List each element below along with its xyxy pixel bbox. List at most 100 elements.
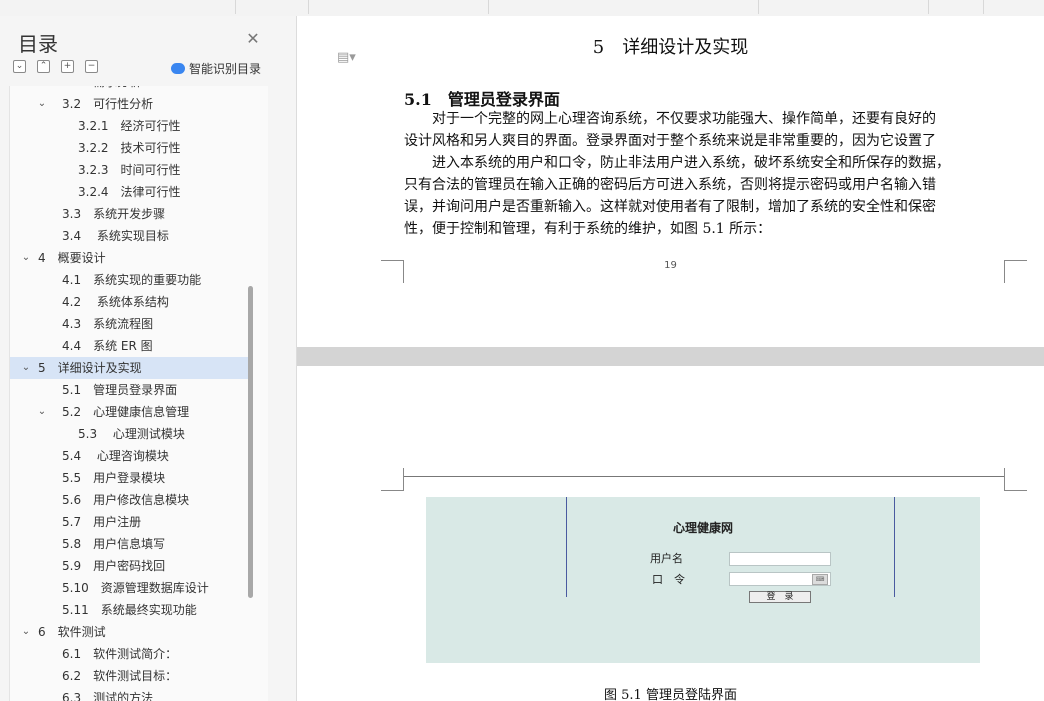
toc-item-label: 4.1 系统实现的重要功能	[62, 273, 202, 287]
figure-divider	[566, 497, 567, 597]
toc-item[interactable]: 3.2.2 技术可行性	[10, 137, 248, 159]
toc-item[interactable]: 5.4 心理咨询模块	[10, 445, 248, 467]
toc-item[interactable]: 6.1 软件测试简介：	[10, 643, 248, 665]
figure-caption: 图 5.1 管理员登陆界面	[604, 688, 737, 701]
chevron-down-icon[interactable]: ⌄	[20, 357, 32, 379]
toc-item-label: 6 软件测试	[38, 625, 106, 639]
login-screenshot-figure: 心理健康网 用户名 口 令 ⌨ 登 录	[426, 497, 980, 663]
toc-item-label: 5.4 心理咨询模块	[62, 449, 169, 463]
toc-item[interactable]: 5.11 系统最终实现功能	[10, 599, 248, 621]
figure-password-field: ⌨	[729, 572, 831, 586]
toolbar-separator	[758, 0, 759, 14]
smart-recognize-icon	[171, 63, 185, 74]
figure-password-label: 口 令	[652, 573, 685, 586]
document-page: ▤▾ 5 详细设计及实现 5.1 管理员登录界面 对于一个完整的网上心理咨询系统…	[297, 16, 1044, 347]
chevron-down-icon[interactable]: ⌄	[20, 621, 32, 643]
document-view: ▤▾ 5 详细设计及实现 5.1 管理员登录界面 对于一个完整的网上心理咨询系统…	[297, 16, 1044, 701]
toc-item[interactable]: 3.4 系统实现目标	[10, 225, 248, 247]
figure-divider	[894, 497, 895, 597]
toc-item[interactable]: 3.2.1 经济可行性	[10, 115, 248, 137]
margin-corner-mark	[381, 468, 404, 491]
toc-item-label: 5.11 系统最终实现功能	[62, 603, 197, 617]
toc-title: 目录	[18, 32, 58, 56]
toc-item-label: 6.2 软件测试目标：	[62, 669, 178, 683]
toc-item-label: 5.9 用户密码找回	[62, 559, 166, 573]
toc-item[interactable]: 5.6 用户修改信息模块	[10, 489, 248, 511]
toc-item-label: 5.1 管理员登录界面	[62, 383, 178, 397]
toc-item-label: 3.2.4 法律可行性	[78, 185, 181, 199]
toc-item[interactable]: 5.10 资源管理数据库设计	[10, 577, 248, 599]
toc-item[interactable]: 6.2 软件测试目标：	[10, 665, 248, 687]
page-gap	[297, 347, 1044, 366]
remove-heading-icon[interactable]: −	[85, 60, 98, 73]
figure-username-label: 用户名	[650, 552, 683, 565]
toc-item[interactable]: 5.8 用户信息填写	[10, 533, 248, 555]
toc-item-label: 4.2 系统体系结构	[62, 295, 169, 309]
toolbar-separator	[928, 0, 929, 14]
toc-item-label: 5.8 用户信息填写	[62, 537, 166, 551]
toc-item[interactable]: 3.2.4 法律可行性	[10, 181, 248, 203]
toc-item[interactable]: ⌄ 3.2 可行性分析	[10, 93, 248, 115]
toc-panel: 目录 ✕ ⌄ ⌃ + − 智能识别目录 3.1 需求分析⌄3.2 可行性分析3.…	[0, 16, 297, 701]
toc-item[interactable]: 4.3 系统流程图	[10, 313, 248, 335]
toc-item-label: 3.2.3 时间可行性	[78, 163, 181, 177]
toc-item[interactable]: 6.3 测试的方法	[10, 687, 248, 701]
toc-item[interactable]: 4.1 系统实现的重要功能	[10, 269, 248, 291]
paragraph-line: 进入本系统的用户和口令，防止非法用户进入系统，破坏系统安全和所保存的数据，	[404, 155, 950, 171]
keyboard-icon: ⌨	[812, 574, 828, 585]
toc-item-label: 4.3 系统流程图	[62, 317, 154, 331]
toc-tree: 3.1 需求分析 ⌄ 3.2 可行性分析 3.2.1 经济可行性 3.2.2 技术可行性…	[9, 86, 268, 701]
toc-item[interactable]: 4.4 系统 ER 图	[10, 335, 248, 357]
toc-item[interactable]: 3.1 需求分析	[10, 86, 248, 93]
chevron-down-icon[interactable]: ⌄	[36, 401, 48, 423]
toolbar-separator	[235, 0, 236, 14]
margin-corner-mark	[1004, 468, 1027, 491]
header-rule	[404, 476, 1004, 477]
toc-item[interactable]: 5.3 心理测试模块	[10, 423, 248, 445]
toc-item-label: 5 详细设计及实现	[38, 361, 142, 375]
smart-recognize-label: 智能识别目录	[189, 62, 262, 76]
toc-item[interactable]: ⌄ 4 概要设计	[10, 247, 248, 269]
toc-item[interactable]: 5.7 用户注册	[10, 511, 248, 533]
chevron-down-icon[interactable]: ⌄	[36, 93, 48, 115]
toolbar-separator	[983, 0, 984, 14]
toc-item[interactable]: 4.2 系统体系结构	[10, 291, 248, 313]
close-icon[interactable]: ✕	[244, 30, 262, 48]
toc-item-label: 5.5 用户登录模块	[62, 471, 166, 485]
toc-item-label: 3.4 系统实现目标	[62, 229, 169, 243]
top-toolbar-strip	[0, 0, 1044, 17]
toc-item-label: 5.7 用户注册	[62, 515, 142, 529]
section-heading: 5.1 管理员登录界面	[404, 90, 560, 109]
toc-item[interactable]: ⌄ 5 详细设计及实现	[10, 357, 248, 379]
toc-item[interactable]: 5.5 用户登录模块	[10, 467, 248, 489]
paragraph-line: 只有合法的管理员在输入正确的密码后方可进入系统，否则将提示密码或用户名输入错	[404, 177, 936, 193]
toc-item-label: 5.3 心理测试模块	[78, 427, 185, 441]
toc-item-label: 3.2 可行性分析	[62, 97, 154, 111]
toolbar-separator	[308, 0, 309, 14]
paragraph-line: 设计风格和另人爽目的界面。登录界面对于整个系统来说是非常重要的，因为它设置了	[404, 133, 936, 149]
toc-item-label: 4 概要设计	[38, 251, 106, 265]
figure-site-title: 心理健康网	[672, 521, 733, 535]
collapse-all-icon[interactable]: ⌃	[37, 60, 50, 73]
toc-scrollbar[interactable]	[248, 286, 253, 598]
toc-item[interactable]: 5.1 管理员登录界面	[10, 379, 248, 401]
margin-corner-mark	[381, 260, 404, 283]
margin-corner-mark	[1004, 260, 1027, 283]
toc-item-label: 5.6 用户修改信息模块	[62, 493, 190, 507]
toc-item-label: 6.1 软件测试简介：	[62, 647, 178, 661]
chevron-down-icon[interactable]: ⌄	[20, 247, 32, 269]
figure-login-button: 登 录	[749, 591, 811, 603]
toc-item-label: 3.2.2 技术可行性	[78, 141, 181, 155]
paragraph-line: 性，便于控制和管理，有利于系统的维护，如图 5.1 所示：	[404, 221, 772, 237]
expand-all-icon[interactable]: ⌄	[13, 60, 26, 73]
add-heading-icon[interactable]: +	[61, 60, 74, 73]
toc-item[interactable]: ⌄ 5.2 心理健康信息管理	[10, 401, 248, 423]
toc-item[interactable]: 3.3 系统开发步骤	[10, 203, 248, 225]
toc-item[interactable]: 5.9 用户密码找回	[10, 555, 248, 577]
paragraph-line: 对于一个完整的网上心理咨询系统，不仅要求功能强大、操作简单，还要有良好的	[404, 111, 936, 127]
toc-item-label: 3.2.1 经济可行性	[78, 119, 181, 133]
toc-item[interactable]: 3.2.3 时间可行性	[10, 159, 248, 181]
chapter-heading: 5 详细设计及实现	[592, 37, 749, 58]
toc-item[interactable]: ⌄ 6 软件测试	[10, 621, 248, 643]
smart-recognize-button[interactable]: 智能识别目录	[171, 60, 261, 77]
